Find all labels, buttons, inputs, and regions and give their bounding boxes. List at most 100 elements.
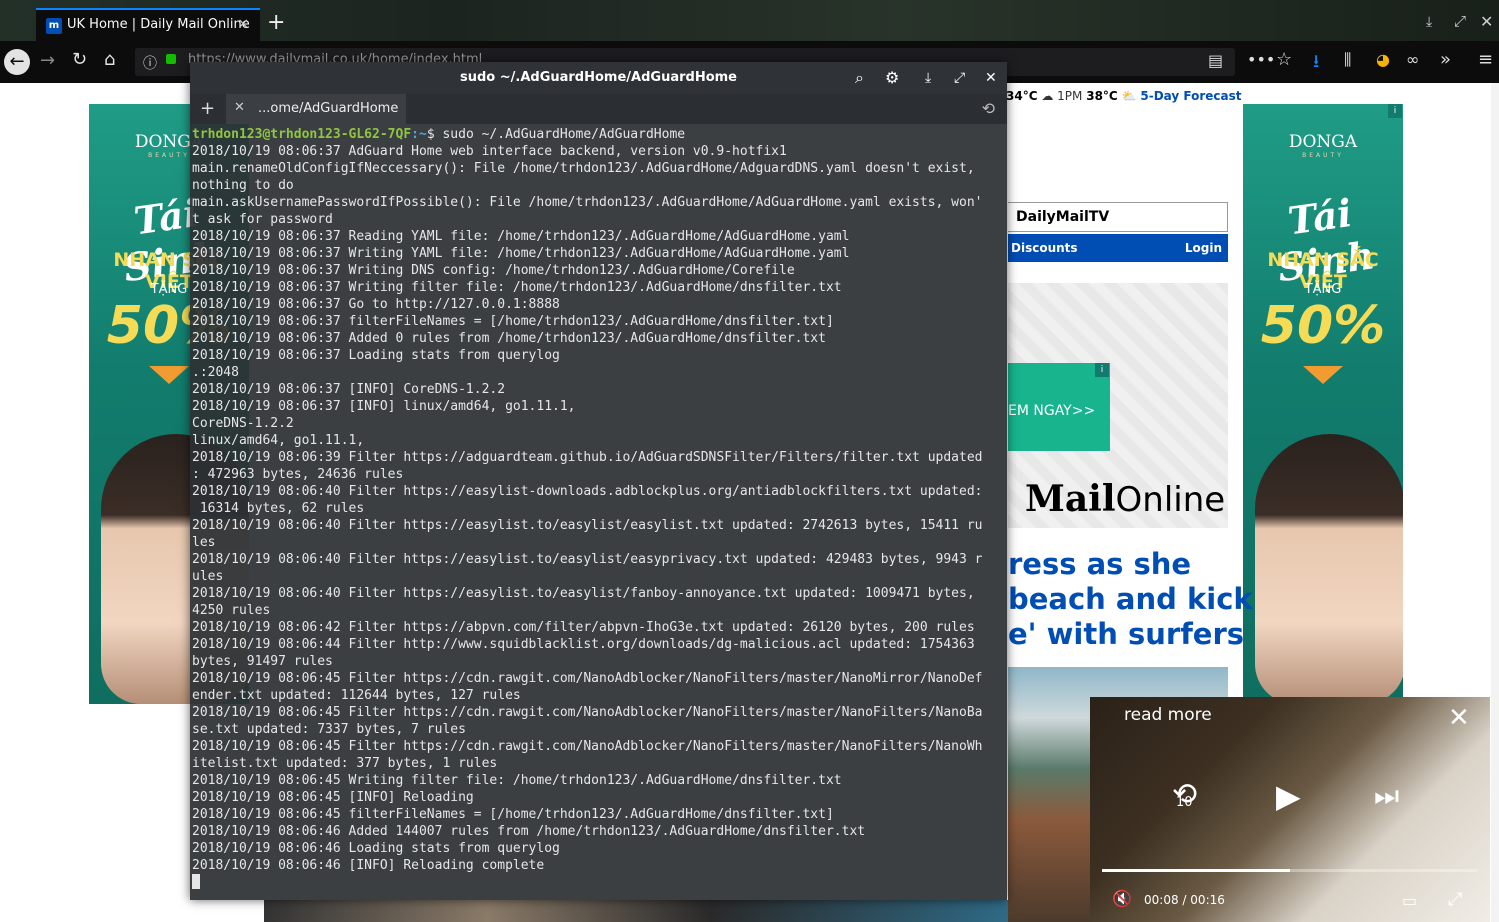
terminal-line: 2018/10/19 08:06:40 Filter https://easyl… [192, 518, 983, 533]
headline-line: beach and kick [1008, 582, 1253, 616]
terminal-titlebar[interactable]: sudo ~/.AdGuardHome/AdGuardHome ⌕ ⚙ ⤓ ⤢ … [190, 62, 1007, 94]
ad-model-image [1255, 434, 1403, 704]
fullscreen-icon[interactable]: ⤢ [1448, 889, 1462, 910]
mask-icon[interactable]: ∞ [1406, 50, 1419, 69]
weather-time: 1PM [1057, 89, 1083, 103]
terminal-cursor [192, 874, 200, 889]
restore-window-icon[interactable]: ⤢ [1454, 12, 1466, 30]
terminal-line: 2018/10/19 08:06:44 Filter http://www.sq… [192, 637, 975, 652]
terminal-window[interactable]: sudo ~/.AdGuardHome/AdGuardHome ⌕ ⚙ ⤓ ⤢ … [190, 62, 1007, 900]
terminal-line: itelist.txt updated: 377 bytes, 1 rules [192, 756, 498, 771]
right-banner-ad[interactable]: DONGA BEAUTY Tái Sinh NHAN SẮC VIỆT TẶNG… [1243, 104, 1403, 704]
floating-video-player[interactable]: read more ✕ ⟲ 10 ▶ ⏭ 🔇 00:08 / 00:16 ▭ ⤢ [1090, 697, 1490, 922]
close-terminal-tab-icon[interactable]: ✕ [234, 100, 245, 115]
download-icon[interactable]: ⭳ [1313, 49, 1319, 79]
menu-icon[interactable]: ≡ [1478, 49, 1493, 70]
login-link[interactable]: Login [1185, 241, 1222, 255]
skip-next-icon[interactable]: ⏭ [1374, 779, 1399, 813]
more-icon[interactable]: ••• [1247, 50, 1275, 69]
terminal-line: ules [192, 569, 224, 584]
dailymailtv-nav[interactable]: DailyMailTV [1008, 202, 1228, 232]
terminal-tab-bar: + ✕ ...ome/AdGuardHome ⟲ [190, 94, 1007, 124]
forward-icon[interactable]: → [40, 50, 55, 71]
terminal-tab-label: ...ome/AdGuardHome [258, 101, 399, 116]
lock-icon [166, 54, 176, 64]
terminal-line: linux/amd64, go1.11.1, [192, 433, 365, 448]
terminal-line: bytes, 91497 rules [192, 654, 333, 669]
search-icon[interactable]: ⌕ [855, 68, 864, 88]
terminal-line: 2018/10/19 08:06:45 Writing filter file:… [192, 773, 842, 788]
reload-icon[interactable]: ↻ [72, 49, 87, 70]
minimize-icon[interactable]: ⤓ [925, 70, 931, 86]
video-progress-bar[interactable] [1102, 869, 1478, 872]
terminal-lines: 2018/10/19 08:06:37 AdGuard Home web int… [192, 144, 983, 873]
terminal-line: 16314 bytes, 62 rules [199, 501, 365, 516]
minimize-window-icon[interactable]: ⤓ [1426, 14, 1432, 30]
prompt-command: $ sudo ~/.AdGuardHome/AdGuardHome [426, 127, 686, 142]
terminal-line: 2018/10/19 08:06:37 AdGuard Home web int… [192, 144, 787, 159]
terminal-line: 2018/10/19 08:06:37 [INFO] CoreDNS-1.2.2 [192, 382, 506, 397]
library-icon[interactable]: ⫼ [1344, 50, 1351, 70]
extension-icon[interactable]: ◕ [1376, 50, 1390, 69]
back-icon[interactable]: ← [4, 49, 30, 75]
info-icon[interactable]: ⓘ [143, 53, 157, 73]
play-icon[interactable]: ▶ [1276, 777, 1301, 815]
maximize-icon[interactable]: ⤢ [954, 70, 965, 86]
sub-nav-bar: Discounts Login [1008, 234, 1228, 262]
history-icon[interactable]: ⟲ [982, 99, 995, 118]
reader-icon[interactable]: ▤ [1208, 51, 1223, 70]
terminal-line: 2018/10/19 08:06:45 Filter https://cdn.r… [192, 671, 983, 686]
mailonline-logo[interactable]: MailOnline [1025, 478, 1225, 520]
read-more-link[interactable]: read more [1124, 705, 1212, 725]
ad-arrow-icon [149, 366, 189, 384]
terminal-line: 2018/10/19 08:06:37 Added 0 rules from /… [192, 331, 826, 346]
terminal-line: les [192, 535, 216, 550]
miniplayer-icon[interactable]: ▭ [1402, 891, 1417, 910]
overflow-icon[interactable]: » [1440, 49, 1451, 70]
video-current-time: 00:08 [1144, 893, 1179, 907]
ad-info-icon[interactable]: i [1095, 363, 1109, 377]
close-video-icon[interactable]: ✕ [1448, 703, 1470, 733]
home-icon[interactable]: ⌂ [104, 49, 115, 70]
article-photo-strip[interactable] [264, 900, 1008, 922]
article-headline[interactable]: ress as she beach and kick e' with surfe… [1008, 547, 1253, 652]
terminal-line: 2018/10/19 08:06:37 Loading stats from q… [192, 348, 560, 363]
terminal-line: 2018/10/19 08:06:37 Go to http://127.0.0… [192, 297, 560, 312]
terminal-line: 2018/10/19 08:06:40 Filter https://easyl… [192, 586, 975, 601]
terminal-output[interactable]: trhdon123@trhdon123-GL62-7QF:~$ sudo ~/.… [192, 126, 1007, 896]
bookmark-star-icon[interactable]: ☆ [1276, 49, 1292, 70]
gear-icon[interactable]: ⚙ [885, 68, 899, 87]
terminal-tab[interactable]: ✕ ...ome/AdGuardHome [226, 94, 406, 124]
ad-brand: DONGA [1288, 132, 1358, 152]
terminal-line: 2018/10/19 08:06:45 [INFO] Reloading [192, 790, 474, 805]
terminal-line: 2018/10/19 08:06:46 Loading stats from q… [192, 841, 560, 856]
mute-icon[interactable]: 🔇 [1112, 889, 1132, 908]
weather-widget: 34°C ☁ 1PM 38°C ⛅ 5-Day Forecast [1006, 89, 1241, 103]
terminal-line: 2018/10/19 08:06:46 [INFO] Reloading com… [192, 858, 545, 873]
terminal-line: 2018/10/19 08:06:37 [INFO] linux/amd64, … [192, 399, 576, 414]
browser-tab-active[interactable]: m UK Home | Daily Mail Online × [36, 8, 260, 41]
terminal-line: 2018/10/19 08:06:45 Filter https://cdn.r… [192, 739, 983, 754]
ad-offer-value: 50% [1260, 296, 1386, 356]
forecast-link[interactable]: 5-Day Forecast [1140, 89, 1241, 103]
browser-tab-title: UK Home | Daily Mail Online [67, 17, 250, 32]
discounts-link[interactable]: Discounts [1011, 241, 1078, 255]
close-window-icon[interactable]: ✕ [1480, 12, 1493, 31]
page-scrollbar[interactable] [1491, 83, 1499, 922]
video-progress-fill [1102, 869, 1290, 872]
video-duration: 00:16 [1190, 893, 1225, 907]
terminal-line: 2018/10/19 08:06:37 filterFileNames = [/… [192, 314, 834, 329]
terminal-line: 2018/10/19 08:06:40 Filter https://easyl… [192, 552, 983, 567]
prompt-path: :~ [411, 127, 427, 142]
terminal-line: : 472963 bytes, 24636 rules [192, 467, 404, 482]
new-terminal-tab-button[interactable]: + [200, 98, 215, 119]
new-tab-button[interactable]: + [267, 10, 285, 35]
replay-10-label: 10 [1176, 795, 1193, 810]
close-icon[interactable]: ✕ [985, 70, 997, 86]
close-tab-icon[interactable]: × [237, 16, 249, 32]
ad-info-icon[interactable]: i [1388, 104, 1402, 118]
terminal-line: se.txt updated: 7337 bytes, 7 rules [192, 722, 466, 737]
headline-line: e' with surfers [1008, 617, 1245, 651]
ad-arrow-icon [1303, 366, 1343, 384]
terminal-line: nothing to do [192, 178, 294, 193]
